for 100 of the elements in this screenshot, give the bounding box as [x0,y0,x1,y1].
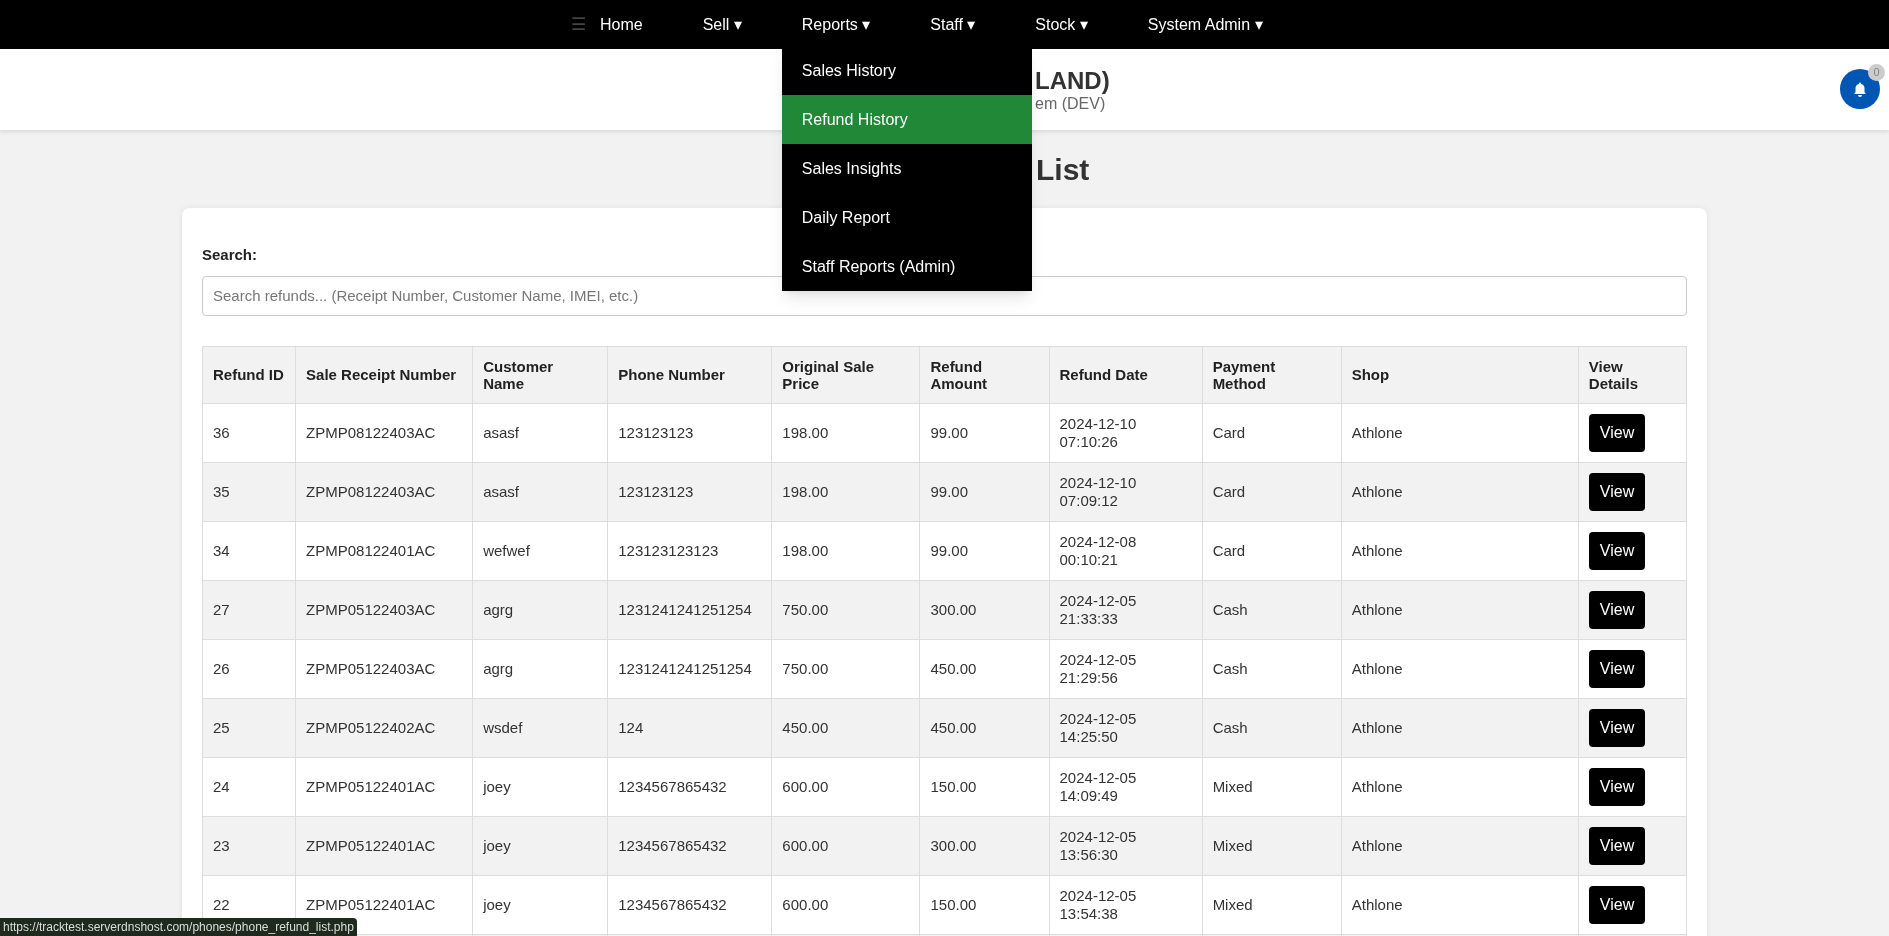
table-cell: Card [1202,521,1342,580]
table-cell: Athlone [1341,757,1579,816]
table-cell: 124 [607,698,772,757]
table-cell: 2024-12-10 07:09:12 [1049,462,1203,521]
table-cell: 34 [202,521,296,580]
table-cell: Cash [1202,580,1342,639]
nav-link[interactable]: Home [600,15,643,33]
table-cell: 35 [202,462,296,521]
nav-link[interactable]: Reports ▾ [801,15,871,33]
view-button[interactable]: View [1588,472,1646,511]
table-cell: 150.00 [919,875,1050,934]
table-cell: wsdef [472,698,608,757]
view-button[interactable]: View [1588,826,1646,865]
view-button[interactable]: View [1588,649,1646,688]
table-cell: ZPMP08122401AC [295,521,473,580]
dropdown-item[interactable]: Staff Reports (Admin) [781,241,1032,291]
table-cell: 36 [202,403,296,462]
table-cell: ZPMP05122401AC [295,816,473,875]
table-cell: 1234567865432 [607,875,772,934]
table-cell: 2024-12-05 21:33:33 [1049,580,1203,639]
table-cell: Athlone [1341,875,1579,934]
table-cell: 99.00 [919,521,1050,580]
table-cell: 24 [202,757,296,816]
table-cell: 2024-12-08 00:10:21 [1049,521,1203,580]
column-header: Customer Name [472,346,608,403]
view-button[interactable]: View [1588,531,1646,570]
table-cell: 600.00 [771,757,920,816]
view-button[interactable]: View [1588,885,1646,924]
table-cell: 25 [202,698,296,757]
nav-link[interactable]: Staff ▾ [930,15,976,33]
table-cell: 300.00 [919,816,1050,875]
table-cell: 198.00 [771,403,920,462]
notification-button[interactable] [1840,69,1880,109]
nav-link[interactable]: Stock ▾ [1035,15,1088,33]
table-cell: ZPMP05122402AC [295,698,473,757]
table-cell: Athlone [1341,403,1579,462]
table-cell: 2024-12-10 07:10:26 [1049,403,1203,462]
table-cell: 99.00 [919,462,1050,521]
table-cell: Athlone [1341,698,1579,757]
column-header: Original Sale Price [771,346,920,403]
table-cell: Athlone [1341,580,1579,639]
table-cell: 1231241241251254 [607,580,772,639]
dropdown-item[interactable]: Refund History [781,94,1032,144]
table-cell: 2024-12-05 14:25:50 [1049,698,1203,757]
table-cell: 2024-12-05 21:29:56 [1049,639,1203,698]
table-cell: wefwef [472,521,608,580]
view-button[interactable]: View [1588,590,1646,629]
table-cell: ZPMP05122403AC [295,639,473,698]
dropdown-item[interactable]: Sales Insights [781,143,1032,193]
table-cell: 2024-12-05 13:56:30 [1049,816,1203,875]
table-cell: 450.00 [919,639,1050,698]
view-button[interactable]: View [1588,767,1646,806]
table-cell: ZPMP05122403AC [295,580,473,639]
table-cell: 1231241241251254 [607,639,772,698]
table-cell: 600.00 [771,816,920,875]
table-cell: joey [472,757,608,816]
table-cell: 99.00 [919,403,1050,462]
view-button[interactable]: View [1588,413,1646,452]
table-cell: 123123123 [607,462,772,521]
column-header: Refund ID [202,346,296,403]
table-cell: agrg [472,580,608,639]
dropdown-item[interactable]: Sales History [781,45,1032,95]
table-cell: 1234567865432 [607,816,772,875]
table-cell: 150.00 [919,757,1050,816]
table-cell: Card [1202,403,1342,462]
nav-link[interactable]: Sell ▾ [702,15,742,33]
table-cell: asasf [472,462,608,521]
table-cell: Cash [1202,698,1342,757]
table-cell: 600.00 [771,875,920,934]
table-cell: 23 [202,816,296,875]
table-cell: 123123123123 [607,521,772,580]
table-cell: 300.00 [919,580,1050,639]
table-cell: 450.00 [919,698,1050,757]
nav-link[interactable]: System Admin ▾ [1147,15,1263,33]
table-cell: ZPMP08122403AC [295,403,473,462]
table-cell: joey [472,875,608,934]
page-title: List [1036,151,1090,188]
table-cell: 750.00 [771,580,920,639]
column-header: Refund Amount [919,346,1050,403]
column-header: Phone Number [607,346,772,403]
column-header: Shop [1341,346,1579,403]
dropdown-item[interactable]: Daily Report [781,192,1032,242]
table-cell: Mixed [1202,816,1342,875]
table-cell: 198.00 [771,521,920,580]
column-header: Payment Method [1202,346,1342,403]
table-cell: Athlone [1341,462,1579,521]
table-cell: 123123123 [607,403,772,462]
table-cell: 2024-12-05 13:54:38 [1049,875,1203,934]
table-cell: 26 [202,639,296,698]
column-header: View Details [1578,346,1687,403]
table-cell: asasf [472,403,608,462]
table-cell: Cash [1202,639,1342,698]
view-button[interactable]: View [1588,708,1646,747]
table-cell: 450.00 [771,698,920,757]
search-field[interactable]: Search refunds... (Receipt Number, Customer Name, IMEI, etc.) [202,275,1687,316]
header-title: LAND) [1035,66,1110,95]
table-cell: ZPMP05122401AC [295,757,473,816]
table-cell: 27 [202,580,296,639]
column-header: Refund Date [1049,346,1203,403]
bell-icon [1853,81,1867,97]
